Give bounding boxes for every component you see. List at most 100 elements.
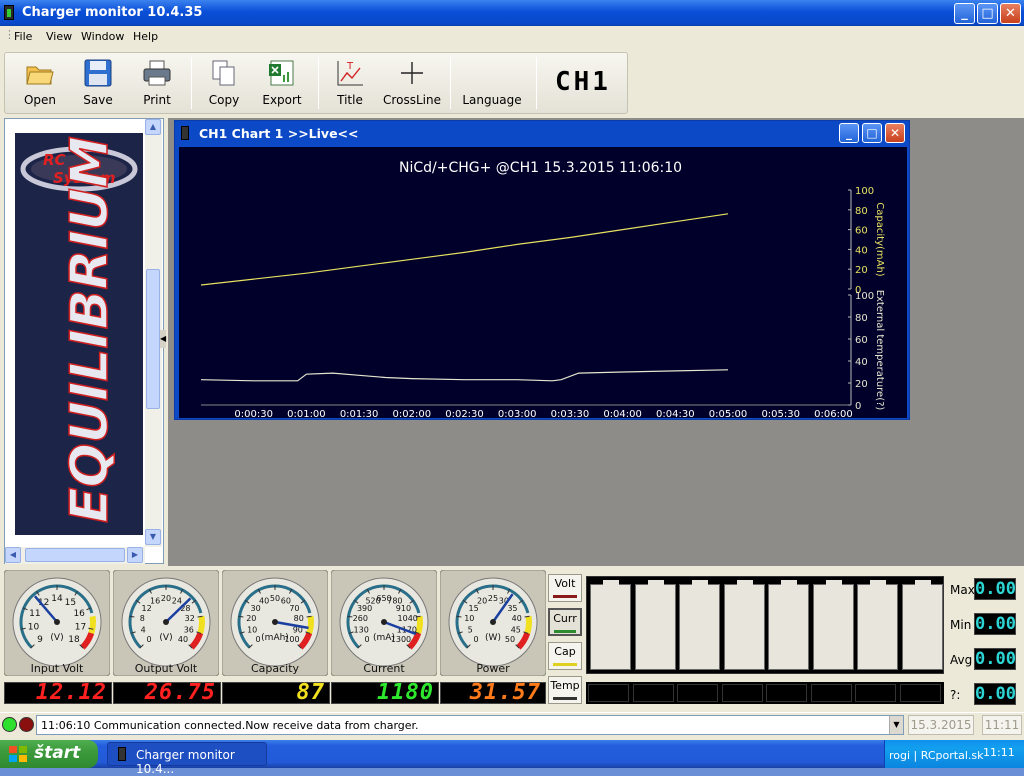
x-tick-label: 0:02:00	[393, 409, 432, 418]
crosshair-icon	[401, 62, 423, 84]
y-tick-label: 80	[855, 206, 868, 217]
taskbar-item-charger-monitor[interactable]: Charger monitor 10.4...	[107, 742, 267, 776]
x-tick-label: 0:03:30	[551, 409, 590, 418]
copy-label: Copy	[208, 93, 240, 107]
start-button[interactable]: štart	[0, 740, 98, 768]
gauge-label: Current	[363, 662, 405, 675]
instrument-panel: 9 10 11 12 14 15 16 17 18 (V) Input Volt 12.12 0 4 8 12…	[0, 568, 1024, 710]
stat-value: 0.00	[974, 648, 1016, 670]
cell-bar	[679, 580, 720, 670]
select-curr-button[interactable]: Curr	[548, 608, 582, 636]
x-tick-label: 0:03:00	[498, 409, 537, 418]
cell-value-bar	[586, 682, 944, 704]
minimize-button[interactable]: _	[954, 3, 975, 24]
menu-window[interactable]: Window	[81, 30, 124, 43]
hscroll-thumb[interactable]	[25, 548, 125, 562]
main-window: Charger monitor 10.4.35 _ □ ✕ ⋮ File Vie…	[0, 0, 1024, 740]
gauge-tick-label: 5	[468, 625, 473, 634]
gauge-current: 0130260390520650780910104011701300(mA)Cu…	[330, 569, 438, 677]
scroll-down-icon[interactable]: ▼	[145, 529, 161, 545]
lcd-power: 31.57	[440, 682, 546, 704]
channel-indicator: CH1	[555, 67, 611, 97]
y-tick-label: 20	[855, 379, 868, 390]
gauge-tick-label: 0	[364, 635, 369, 644]
start-label: štart	[34, 743, 81, 763]
gauge-tick-label: 40	[259, 597, 269, 606]
gauge-tick-label: 1040	[398, 614, 418, 623]
menu-view[interactable]: View	[46, 30, 72, 43]
menu-help[interactable]: Help	[133, 30, 158, 43]
print-button[interactable]: Print	[132, 55, 182, 111]
y-tick-label: 100	[855, 186, 874, 197]
gauge-tick-label: 16	[73, 609, 85, 619]
scroll-up-icon[interactable]: ▲	[145, 119, 161, 135]
taskbar: štart Charger monitor 10.4... rogi | RCp…	[0, 740, 1024, 776]
selector-color-swatch	[553, 697, 577, 700]
gauge-tick-label: 910	[396, 604, 411, 613]
language-button[interactable]: Language	[457, 55, 527, 111]
toolbar-separator	[191, 57, 192, 109]
taskbar-item-label: Charger monitor 10.4...	[136, 748, 235, 776]
y-tick-label: 100	[855, 291, 874, 302]
chart-close-button[interactable]: ✕	[885, 123, 905, 143]
stat-label: Avg	[950, 653, 973, 667]
title-button[interactable]: T Title	[325, 55, 375, 111]
printer-icon	[143, 60, 171, 86]
chart-area[interactable]: NiCd/+CHG+ @CH1 15.3.2015 11:06:10 0:00:3…	[179, 147, 907, 420]
stat-unknown: ?: 0.00	[948, 683, 1018, 707]
close-button[interactable]: ✕	[1000, 3, 1021, 24]
gauge-input-volt: 9 10 11 12 14 15 16 17 18 (V) Input Volt	[3, 569, 111, 677]
lcd-output-volt: 26.75	[113, 682, 221, 704]
export-button[interactable]: Export	[257, 55, 307, 111]
select-temp-button[interactable]: Temp	[548, 676, 582, 704]
scroll-left-icon[interactable]: ◀	[5, 547, 21, 563]
y-axis-label: Capacity(mAh)	[874, 202, 885, 277]
gauge-tick-label: 18	[68, 635, 80, 645]
splitter-collapse-icon[interactable]: ◀	[160, 330, 166, 348]
menu-file[interactable]: File	[14, 30, 32, 43]
scroll-thumb[interactable]	[146, 269, 160, 409]
cell-bar	[901, 580, 943, 670]
chart-maximize-button[interactable]: □	[862, 123, 882, 143]
gauge-tick-label: 40	[178, 635, 188, 644]
gauge-tick-label: 36	[184, 625, 194, 634]
gauge-power: 0 5 10 15 20 25 30 35 40 45 50 (W) Power	[439, 569, 547, 677]
toolbar: Open Save Print Copy Export T Title Cros…	[4, 52, 628, 114]
cell-bar	[857, 580, 898, 670]
chart-minimize-button[interactable]: _	[839, 123, 859, 143]
y-axis-label: External temperature(?)	[874, 290, 885, 411]
select-volt-button[interactable]: Volt	[548, 574, 582, 602]
cell-bar	[590, 580, 631, 670]
select-cap-button[interactable]: Cap	[548, 642, 582, 670]
horizontal-scrollbar[interactable]: ◀ ▶	[5, 547, 145, 564]
gauge-tick-label: 10	[247, 625, 257, 634]
save-button[interactable]: Save	[73, 55, 123, 111]
selector-label: Cap	[554, 645, 576, 658]
gauge-tick-label: 130	[354, 625, 369, 634]
y-tick-label: 80	[855, 313, 868, 324]
app-icon	[4, 5, 14, 20]
crossline-button[interactable]: CrossLine	[383, 55, 441, 111]
menu-bar: ⋮ File View Window Help	[0, 26, 1024, 46]
copy-button[interactable]: Copy	[199, 55, 249, 111]
windows-logo-icon	[9, 746, 27, 762]
gauge-tick-label: 4	[141, 625, 146, 634]
gauge-tick-label: 14	[51, 594, 63, 604]
chart-window: CH1 Chart 1 >>Live<< _ □ ✕ NiCd/+CHG+ @C…	[174, 120, 910, 420]
gauge-tick-label: 25	[488, 594, 498, 603]
gauge-tick-label: 40	[512, 614, 522, 623]
gauge-tick-label: 20	[477, 597, 487, 606]
status-date: 15.3.2015	[908, 715, 974, 735]
gauge-tick-label: 9	[37, 635, 43, 645]
gauge-tick-label: 260	[353, 614, 368, 623]
status-time: 11:11	[982, 715, 1022, 735]
stat-max: Max 0.00	[948, 578, 1018, 602]
x-tick-label: 0:05:00	[709, 409, 748, 418]
chevron-down-icon[interactable]: ▼	[889, 716, 903, 734]
open-button[interactable]: Open	[15, 55, 65, 111]
gauge-unit: (W)	[485, 633, 501, 643]
maximize-button[interactable]: □	[977, 3, 998, 24]
scroll-right-icon[interactable]: ▶	[127, 547, 143, 563]
title-bar[interactable]: Charger monitor 10.4.35 _ □ ✕	[0, 0, 1024, 26]
log-combobox[interactable]: 11:06:10 Communication connected.Now rec…	[36, 715, 904, 735]
